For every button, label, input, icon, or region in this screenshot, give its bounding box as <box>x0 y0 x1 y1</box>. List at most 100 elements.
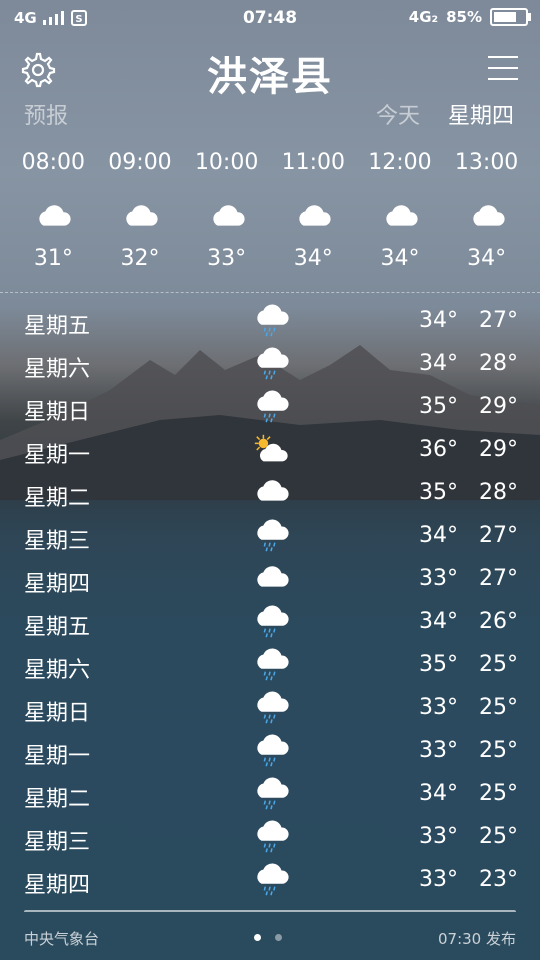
day-high-temp: 34° <box>419 351 458 376</box>
day-name: 星期二 <box>24 486 91 511</box>
hour-time: 09:00 <box>108 150 172 175</box>
day-high-temp: 34° <box>419 781 458 806</box>
day-name: 星期二 <box>24 787 91 812</box>
daily-row: 星期一 33° 25° <box>0 730 540 773</box>
day-name: 星期一 <box>24 443 91 468</box>
page-dot[interactable] <box>275 934 282 941</box>
daily-row: 星期四 33° 23° <box>0 859 540 902</box>
rain-icon <box>252 861 290 899</box>
day-low-temp: 25° <box>479 695 518 720</box>
daily-row: 星期四 33° 27° <box>0 558 540 601</box>
daily-row: 星期日 35° 29° <box>0 386 540 429</box>
hour-temp: 34° <box>467 246 507 271</box>
day-low-temp: 29° <box>479 437 518 462</box>
battery-icon <box>490 8 531 26</box>
day-name: 星期四 <box>24 572 91 597</box>
rain-icon <box>252 775 290 813</box>
rain-icon <box>252 646 290 684</box>
network-indicator-2: 4G₂ <box>408 8 439 26</box>
hour-temp: 34° <box>293 246 333 271</box>
tabs: 预报 今天 星期四 <box>0 98 540 132</box>
tab-forecast[interactable]: 预报 <box>24 98 68 130</box>
daily-row: 星期五 34° 27° <box>0 300 540 343</box>
tab-thursday[interactable]: 星期四 <box>448 98 514 130</box>
cloud-icon <box>97 190 184 246</box>
hour-item: 08:00 31° <box>10 150 97 282</box>
day-high-temp: 35° <box>419 480 458 505</box>
day-high-temp: 33° <box>419 867 458 892</box>
day-low-temp: 25° <box>479 652 518 677</box>
day-name: 星期一 <box>24 744 91 769</box>
day-high-temp: 34° <box>419 308 458 333</box>
rain-icon <box>252 732 290 770</box>
hour-item: 10:00 33° <box>183 150 270 282</box>
hour-time: 10:00 <box>194 150 259 175</box>
page-dot[interactable] <box>254 934 261 941</box>
day-low-temp: 25° <box>479 781 518 806</box>
rain-icon <box>252 818 290 856</box>
daily-row: 星期三 34° 27° <box>0 515 540 558</box>
rain-icon <box>252 388 290 426</box>
hour-time: 11:00 <box>281 150 345 175</box>
day-low-temp: 23° <box>479 867 518 892</box>
day-low-temp: 25° <box>479 738 518 763</box>
day-low-temp: 28° <box>479 351 518 376</box>
day-high-temp: 33° <box>419 566 458 591</box>
city-title: 洪泽县 <box>207 54 333 100</box>
hour-time: 13:00 <box>454 150 519 175</box>
day-low-temp: 27° <box>479 566 518 591</box>
day-high-temp: 33° <box>419 824 458 849</box>
cloud-icon <box>183 190 270 246</box>
day-low-temp: 29° <box>479 394 518 419</box>
day-low-temp: 26° <box>479 609 518 634</box>
day-name: 星期三 <box>24 830 91 855</box>
daily-row: 星期二 35° 28° <box>0 472 540 515</box>
hour-item: 13:00 34° <box>443 150 530 282</box>
cloud-icon <box>443 190 530 246</box>
day-high-temp: 34° <box>419 609 458 634</box>
cloud-icon <box>270 190 357 246</box>
rain-icon <box>252 689 290 727</box>
rain-icon <box>252 517 290 555</box>
header: 洪泽县 <box>0 40 540 100</box>
day-name: 星期三 <box>24 529 91 554</box>
page-indicator[interactable] <box>254 934 282 941</box>
hourly-forecast: 08:00 31° 09:00 32° 10:00 33° 11:00 34° … <box>10 150 530 282</box>
status-right: 4G₂ 85% <box>408 8 531 26</box>
hour-temp: 34° <box>380 246 420 271</box>
hour-item: 11:00 34° <box>270 150 357 282</box>
day-high-temp: 33° <box>419 738 458 763</box>
status-bar: 4G S 07:48 4G₂ 85% <box>0 0 540 36</box>
cloud-icon <box>10 190 97 246</box>
battery-percent: 85% <box>446 8 482 26</box>
data-source: 中央气象台 <box>24 930 100 948</box>
tab-today[interactable]: 今天 <box>376 98 420 130</box>
divider <box>0 292 540 293</box>
cloud-icon <box>252 560 290 598</box>
day-high-temp: 36° <box>419 437 458 462</box>
day-high-temp: 33° <box>419 695 458 720</box>
hour-temp: 32° <box>120 246 160 271</box>
hamburger-menu-icon[interactable] <box>488 56 518 82</box>
rain-icon <box>252 603 290 641</box>
hour-temp: 33° <box>207 246 247 271</box>
day-high-temp: 34° <box>419 523 458 548</box>
day-name: 星期六 <box>24 658 91 683</box>
daily-row: 星期五 34° 26° <box>0 601 540 644</box>
daily-row: 星期一 36° 29° <box>0 429 540 472</box>
daily-row: 星期六 35° 25° <box>0 644 540 687</box>
daily-row: 星期二 34° 25° <box>0 773 540 816</box>
day-low-temp: 25° <box>479 824 518 849</box>
rain-icon <box>252 345 290 383</box>
hour-item: 12:00 34° <box>357 150 444 282</box>
day-high-temp: 35° <box>419 652 458 677</box>
day-name: 星期五 <box>24 615 91 640</box>
publish-time: 07:30 发布 <box>438 930 516 948</box>
daily-row: 星期六 34° 28° <box>0 343 540 386</box>
rain-icon <box>252 302 290 340</box>
hour-time: 12:00 <box>368 150 432 175</box>
day-name: 星期日 <box>24 701 91 726</box>
daily-forecast-list[interactable]: 星期五 34° 27° 星期六 34° 28° 星期日 35° 29° 星期一 … <box>0 300 540 902</box>
daily-row: 星期三 33° 25° <box>0 816 540 859</box>
day-name: 星期五 <box>24 314 91 339</box>
